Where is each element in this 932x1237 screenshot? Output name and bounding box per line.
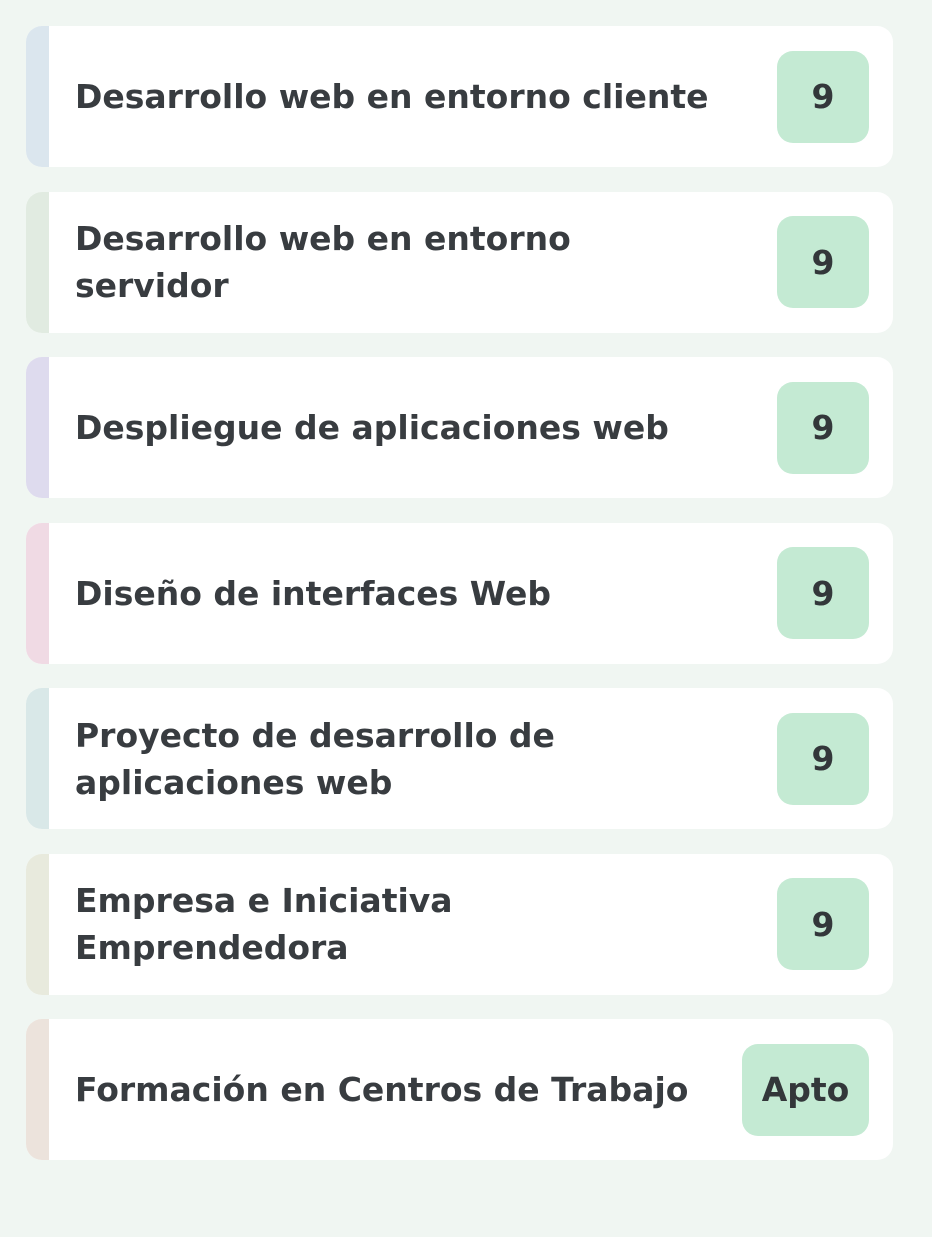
accent-bar xyxy=(26,191,49,333)
accent-bar xyxy=(26,688,49,829)
grade-badge: 9 xyxy=(777,547,869,639)
grade-badge: 9 xyxy=(777,216,869,308)
subject-name: Desarrollo web en entorno servidor xyxy=(75,219,571,305)
accent-bar xyxy=(26,357,49,498)
subject-name: Despliegue de aplicaciones web xyxy=(75,408,669,447)
subject-name: Proyecto de desarrollo de aplicaciones w… xyxy=(75,715,555,802)
accent-bar xyxy=(26,522,49,664)
grade-badge: Apto xyxy=(742,1043,869,1136)
subject-card[interactable]: Desarrollo web en entorno cliente 9 xyxy=(26,26,893,167)
subject-card[interactable]: Desarrollo web en entorno servidor 9 xyxy=(26,191,893,333)
subject-card[interactable]: Proyecto de desarrollo de aplicaciones w… xyxy=(26,688,893,829)
grade-badge: 9 xyxy=(777,50,869,143)
accent-bar xyxy=(26,853,49,995)
grade-badge: 9 xyxy=(777,878,869,970)
subject-name: Desarrollo web en entorno cliente xyxy=(75,77,709,116)
grade-badge: 9 xyxy=(777,712,869,805)
subject-name: Formación en Centros de Trabajo xyxy=(75,1070,689,1109)
accent-bar xyxy=(26,26,49,167)
subject-card[interactable]: Despliegue de aplicaciones web 9 xyxy=(26,357,893,498)
subject-name: Diseño de interfaces Web xyxy=(75,573,552,613)
subject-grades-list: Desarrollo web en entorno cliente 9 Desa… xyxy=(26,26,893,1185)
subject-name: Empresa e Iniciativa Emprendedora xyxy=(75,881,453,967)
subject-card[interactable]: Formación en Centros de Trabajo Apto xyxy=(26,1019,893,1160)
subject-card[interactable]: Empresa e Iniciativa Emprendedora 9 xyxy=(26,853,893,995)
accent-bar xyxy=(26,1019,49,1160)
grade-badge: 9 xyxy=(777,381,869,474)
subject-card[interactable]: Diseño de interfaces Web 9 xyxy=(26,522,893,664)
